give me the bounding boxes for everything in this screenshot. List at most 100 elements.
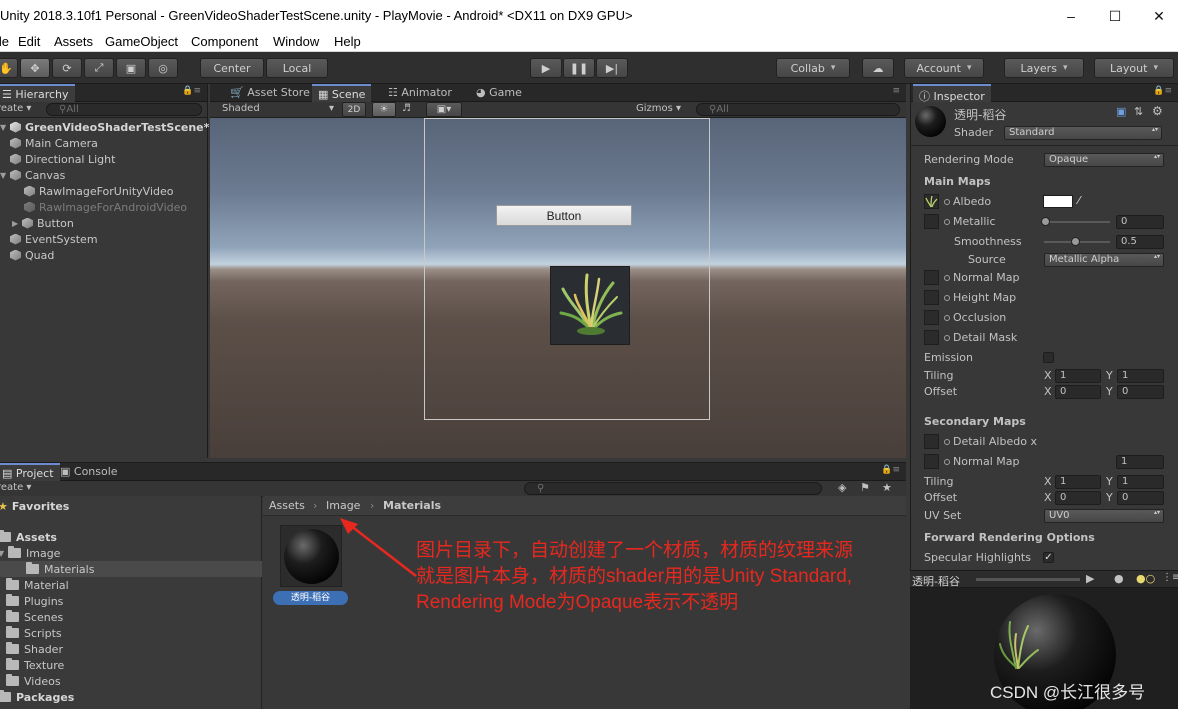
rendering-mode-dropdown[interactable]: Opaque — [1044, 153, 1164, 167]
emission-checkbox[interactable] — [1043, 352, 1054, 363]
picker-circle-icon[interactable] — [944, 315, 950, 321]
hierarchy-item-eventsystem[interactable]: EventSystem — [10, 231, 98, 247]
specular-highlights-checkbox[interactable]: ✓ — [1043, 552, 1054, 563]
source-dropdown[interactable]: Metallic Alpha — [1044, 253, 1164, 267]
layers-dropdown[interactable]: Layers — [1004, 58, 1084, 78]
preview-play-icon[interactable]: ▶ — [1086, 572, 1094, 585]
menu-window[interactable]: Window — [273, 34, 319, 49]
scale-tool-icon[interactable]: ⤢ — [84, 58, 114, 78]
rotate-tool-icon[interactable]: ⟳ — [52, 58, 82, 78]
preview-drag-handle[interactable] — [976, 578, 1080, 581]
metallic-value-field[interactable]: 0 — [1116, 215, 1164, 229]
favorite-star-icon[interactable]: ★ — [882, 481, 892, 494]
normal-map-slot[interactable] — [924, 270, 939, 285]
maximize-button[interactable]: ☐ — [1092, 0, 1138, 32]
pivot-local-button[interactable]: Local — [266, 58, 328, 78]
height-map-slot[interactable] — [924, 290, 939, 305]
move-tool-icon[interactable]: ✥ — [20, 58, 50, 78]
hierarchy-item-main-camera[interactable]: Main Camera — [10, 135, 98, 151]
hand-tool-icon[interactable]: ✋ — [0, 58, 18, 78]
detail-albedo-slot[interactable] — [924, 434, 939, 449]
tiling-y-field[interactable]: 1 — [1117, 369, 1164, 383]
favorites-row[interactable]: ★ Favorites — [0, 498, 69, 514]
hierarchy-item-canvas[interactable]: ▼ Canvas — [0, 167, 65, 183]
lock-icon[interactable]: 🔒≡ — [182, 86, 201, 96]
folder-scenes[interactable]: Scenes — [6, 609, 63, 625]
tab-game[interactable]: ◕ Game — [470, 84, 528, 102]
eyedropper-icon[interactable]: ⁄ — [1078, 194, 1080, 207]
tab-hierarchy[interactable]: ☰ Hierarchy — [0, 84, 75, 102]
hierarchy-create-button[interactable]: Create ▾ — [0, 103, 31, 114]
expand-arrow-icon[interactable]: ▼ — [0, 549, 8, 558]
folder-materials-selected[interactable]: Materials — [0, 561, 262, 577]
play-button[interactable]: ▶ — [530, 58, 562, 78]
collab-dropdown[interactable]: Collab — [776, 58, 850, 78]
picker-circle-icon[interactable] — [944, 335, 950, 341]
smoothness-value-field[interactable]: 0.5 — [1116, 235, 1164, 249]
smoothness-slider-knob[interactable] — [1071, 237, 1080, 246]
tab-asset-store[interactable]: 🛒 Asset Store — [224, 84, 316, 102]
folder-plugins[interactable]: Plugins — [6, 593, 63, 609]
shading-mode-dropdown[interactable]: Shaded ▾ — [222, 103, 334, 114]
menu-component[interactable]: Component — [191, 34, 258, 49]
hierarchy-search-input[interactable]: ⚲All — [46, 103, 202, 116]
transform-tool-icon[interactable]: ◎ — [148, 58, 178, 78]
detail-normal-slot[interactable] — [924, 454, 939, 469]
hierarchy-item-rawimage-unity[interactable]: RawImageForUnityVideo — [24, 183, 174, 199]
project-search-input[interactable]: ⚲ — [524, 482, 822, 495]
assets-row[interactable]: Assets — [0, 529, 57, 545]
expand-arrow-icon[interactable]: ▼ — [0, 123, 10, 132]
filter-label-icon[interactable]: ⚑ — [860, 481, 870, 494]
metallic-slider-knob[interactable] — [1041, 217, 1050, 226]
tab-console[interactable]: ▣ Console — [54, 463, 124, 481]
hierarchy-item-rawimage-android[interactable]: RawImageForAndroidVideo — [24, 199, 187, 215]
raw-image-preview[interactable] — [550, 266, 630, 345]
menu-edit[interactable]: Edit — [18, 34, 40, 49]
layout-dropdown[interactable]: Layout — [1094, 58, 1174, 78]
hierarchy-item-button[interactable]: ▶ Button — [12, 215, 74, 231]
offset2-y-field[interactable]: 0 — [1117, 491, 1164, 505]
menu-help[interactable]: Help — [334, 34, 361, 49]
breadcrumb-materials[interactable]: Materials — [383, 499, 441, 512]
account-dropdown[interactable]: Account — [904, 58, 984, 78]
help-icon[interactable]: ▣ — [1116, 105, 1126, 118]
tab-scene[interactable]: ▦ Scene — [312, 84, 372, 102]
scene-ui-button[interactable]: Button — [496, 205, 632, 226]
offset-y-field[interactable]: 0 — [1117, 385, 1164, 399]
metallic-slider-track[interactable] — [1044, 221, 1110, 223]
gizmos-dropdown[interactable]: Gizmos ▾ — [636, 103, 681, 114]
folder-videos[interactable]: Videos — [6, 673, 61, 689]
filter-type-icon[interactable]: ◈ — [838, 481, 846, 494]
metallic-texture-slot[interactable] — [924, 214, 939, 229]
menu-gameobject[interactable]: GameObject — [105, 34, 178, 49]
packages-row[interactable]: Packages — [0, 689, 74, 705]
pivot-center-button[interactable]: Center — [200, 58, 264, 78]
rect-tool-icon[interactable]: ▣ — [116, 58, 146, 78]
menu-assets[interactable]: Assets — [54, 34, 93, 49]
lock-icon[interactable]: 🔒≡ — [881, 465, 900, 475]
tiling2-x-field[interactable]: 1 — [1055, 475, 1101, 489]
tab-inspector[interactable]: ⓘ Inspector — [913, 84, 991, 103]
albedo-texture-slot[interactable] — [924, 194, 939, 209]
picker-circle-icon[interactable] — [944, 439, 950, 445]
folder-material[interactable]: Material — [6, 577, 69, 593]
albedo-color-swatch[interactable] — [1043, 195, 1073, 208]
pause-button[interactable]: ❚❚ — [563, 58, 595, 78]
shader-dropdown[interactable]: Standard — [1004, 126, 1162, 140]
preview-menu-icon[interactable]: ⋮≡ — [1162, 572, 1178, 583]
folder-texture[interactable]: Texture — [6, 657, 64, 673]
lock-icon[interactable]: 🔒≡ — [1153, 86, 1172, 96]
picker-circle-icon[interactable] — [944, 275, 950, 281]
scene-search-input[interactable]: ⚲All — [696, 103, 900, 116]
audio-toggle-icon[interactable]: ♬ — [402, 103, 411, 114]
material-asset-label[interactable]: 透明-稻谷 — [273, 591, 348, 605]
picker-circle-icon[interactable] — [944, 459, 950, 465]
hierarchy-item-quad[interactable]: Quad — [10, 247, 54, 263]
picker-circle-icon[interactable] — [944, 219, 950, 225]
preview-sphere-icon[interactable]: ● — [1114, 572, 1124, 585]
expand-arrow-icon[interactable]: ▶ — [12, 219, 22, 228]
detail-mask-slot[interactable] — [924, 330, 939, 345]
lighting-toggle-icon[interactable]: ☀ — [372, 102, 396, 117]
picker-circle-icon[interactable] — [944, 295, 950, 301]
occlusion-slot[interactable] — [924, 310, 939, 325]
